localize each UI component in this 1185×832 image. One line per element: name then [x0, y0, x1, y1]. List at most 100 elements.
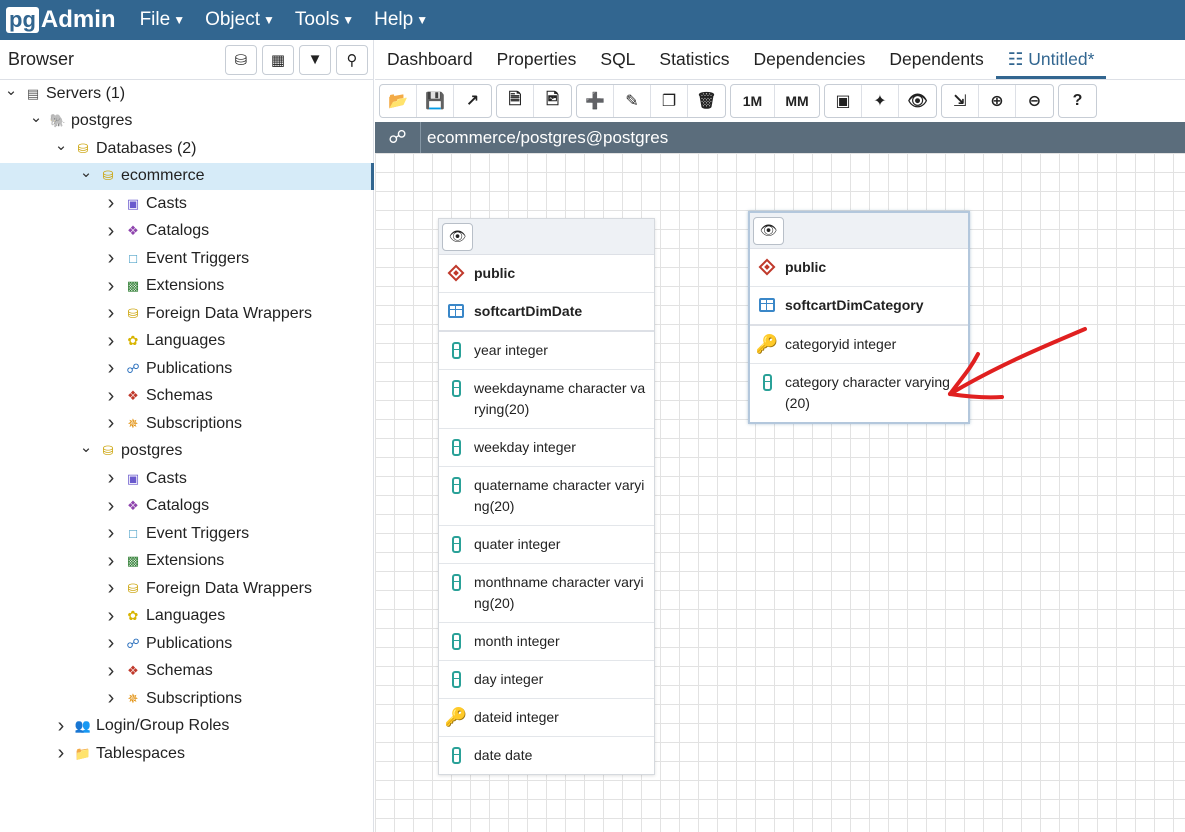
delete-table-button[interactable]: 🗑 — [688, 85, 725, 117]
chevron-right-icon[interactable]: › — [104, 577, 118, 600]
menu-help[interactable]: Help ▼ — [374, 9, 428, 31]
save-button[interactable]: 💾 — [417, 85, 454, 117]
tree-item-schemas[interactable]: › ❖ Schemas — [0, 383, 373, 411]
clone-table-button[interactable]: ❐ — [651, 85, 688, 117]
erd-schema-name[interactable]: public — [750, 249, 968, 287]
toggle-details-button[interactable]: 👁 — [442, 222, 473, 251]
toggle-details-button[interactable]: 👁 — [753, 216, 784, 245]
chevron-right-icon[interactable]: › — [104, 412, 118, 435]
tree-item-tablespaces[interactable]: › 📁 Tablespaces — [0, 740, 373, 768]
chevron-down-icon[interactable]: ⌄ — [79, 438, 93, 456]
tree-item-catalogs[interactable]: › ❖ Catalogs — [0, 493, 373, 521]
erd-schema-name[interactable]: public — [439, 255, 654, 293]
tree-item-publications[interactable]: › ☍ Publications — [0, 355, 373, 383]
erd-column[interactable]: month integer — [439, 623, 654, 661]
zoom-to-fit-button[interactable]: ⇲ — [942, 85, 979, 117]
chevron-right-icon[interactable]: › — [104, 687, 118, 710]
chevron-right-icon[interactable]: › — [104, 385, 118, 408]
zoom-in-button[interactable]: ⊕ — [979, 85, 1016, 117]
erd-column[interactable]: weekday integer — [439, 429, 654, 467]
erd-column[interactable]: weekdayname character varying(20) — [439, 370, 654, 429]
tree-item-subscriptions[interactable]: › ✵ Subscriptions — [0, 685, 373, 713]
many-to-many-button[interactable]: MM — [775, 85, 819, 117]
tree-item-login-group-roles[interactable]: › 👥 Login/Group Roles — [0, 713, 373, 741]
view-data-button[interactable]: ▦ — [262, 44, 294, 75]
tree-item-event-triggers[interactable]: › □ Event Triggers — [0, 245, 373, 273]
erd-table-softcartDimCategory[interactable]: 👁 public softcartDimCategory 🔑 categoryid in… — [748, 211, 970, 424]
zoom-out-button[interactable]: ⊖ — [1016, 85, 1053, 117]
add-note-button[interactable]: ▣ — [825, 85, 862, 117]
tree-item-servers-1-[interactable]: ⌄ ▤ Servers (1) — [0, 80, 373, 108]
chevron-right-icon[interactable]: › — [104, 302, 118, 325]
menu-tools[interactable]: Tools ▼ — [295, 9, 354, 31]
chevron-right-icon[interactable]: › — [104, 467, 118, 490]
chevron-down-icon[interactable]: ⌄ — [29, 108, 43, 126]
chevron-right-icon[interactable]: › — [104, 275, 118, 298]
tree-item-postgres[interactable]: ⌄ 🐘 postgres — [0, 108, 373, 136]
erd-column[interactable]: 🔑 dateid integer — [439, 699, 654, 737]
tree-item-ecommerce[interactable]: ⌄ ⛁ ecommerce — [0, 162, 374, 190]
add-table-button[interactable]: ➕ — [577, 85, 614, 117]
chevron-right-icon[interactable]: › — [104, 605, 118, 628]
chevron-right-icon[interactable]: › — [104, 660, 118, 683]
erd-table-softcartDimDate[interactable]: 👁 public softcartDimDate year integer weekda… — [438, 218, 655, 775]
download-image-button[interactable]: 🖻 — [534, 85, 571, 117]
chevron-down-icon[interactable]: ⌄ — [54, 136, 68, 154]
erd-column[interactable]: category character varying (20) — [750, 364, 968, 422]
erd-column[interactable]: quater integer — [439, 526, 654, 564]
tree-item-catalogs[interactable]: › ❖ Catalogs — [0, 218, 373, 246]
show-details-button[interactable]: 👁 — [899, 85, 936, 117]
menu-object[interactable]: Object ▼ — [205, 9, 275, 31]
help-button[interactable]: ? — [1059, 85, 1096, 117]
tab-untitled[interactable]: ☷ Untitled* — [995, 49, 1107, 79]
erd-canvas[interactable]: 👁 public softcartDimDate year integer weekda… — [375, 153, 1185, 832]
erd-column[interactable]: year integer — [439, 332, 654, 370]
tree-item-foreign-data-wrappers[interactable]: › ⛁ Foreign Data Wrappers — [0, 575, 373, 603]
tab-dashboard[interactable]: Dashboard — [375, 49, 485, 79]
tree-item-languages[interactable]: › ✿ Languages — [0, 328, 373, 356]
tree-item-casts[interactable]: › ▣ Casts — [0, 190, 373, 218]
tree-item-postgres[interactable]: ⌄ ⛁ postgres — [0, 438, 373, 466]
tree-item-subscriptions[interactable]: › ✵ Subscriptions — [0, 410, 373, 438]
edit-table-button[interactable]: ✎ — [614, 85, 651, 117]
erd-column[interactable]: day integer — [439, 661, 654, 699]
one-to-many-button[interactable]: 1M — [731, 85, 775, 117]
erd-table-name[interactable]: softcartDimDate — [439, 293, 654, 332]
tree-item-extensions[interactable]: › ▩ Extensions — [0, 548, 373, 576]
tree-item-schemas[interactable]: › ❖ Schemas — [0, 658, 373, 686]
save-as-button[interactable]: ↗ — [454, 85, 491, 117]
search-objects-button[interactable]: ⚲ — [336, 44, 368, 75]
chevron-right-icon[interactable]: › — [104, 330, 118, 353]
erd-column[interactable]: quatername character varying(20) — [439, 467, 654, 526]
chevron-right-icon[interactable]: › — [104, 522, 118, 545]
erd-column[interactable]: 🔑 categoryid integer — [750, 326, 968, 364]
tree-item-foreign-data-wrappers[interactable]: › ⛁ Foreign Data Wrappers — [0, 300, 373, 328]
connection-status-button[interactable]: ☍ — [375, 122, 421, 153]
tab-dependencies[interactable]: Dependencies — [741, 49, 877, 79]
open-file-button[interactable]: 📂 — [380, 85, 417, 117]
tree-item-databases-2-[interactable]: ⌄ ⛁ Databases (2) — [0, 135, 373, 163]
filter-rows-button[interactable]: ▼ — [299, 44, 331, 75]
chevron-right-icon[interactable]: › — [54, 742, 68, 765]
menu-file[interactable]: File ▼ — [140, 9, 186, 31]
generate-sql-button[interactable]: 🗎 — [497, 85, 534, 117]
chevron-right-icon[interactable]: › — [104, 220, 118, 243]
tab-sql[interactable]: SQL — [588, 49, 647, 79]
chevron-right-icon[interactable]: › — [54, 715, 68, 738]
tree-item-event-triggers[interactable]: › □ Event Triggers — [0, 520, 373, 548]
erd-column[interactable]: date date — [439, 737, 654, 774]
chevron-right-icon[interactable]: › — [104, 247, 118, 270]
auto-align-button[interactable]: ✦ — [862, 85, 899, 117]
chevron-right-icon[interactable]: › — [104, 550, 118, 573]
query-tool-button[interactable]: ⛁ — [225, 44, 257, 75]
chevron-right-icon[interactable]: › — [104, 495, 118, 518]
chevron-right-icon[interactable]: › — [104, 632, 118, 655]
tree-item-extensions[interactable]: › ▩ Extensions — [0, 273, 373, 301]
tab-dependents[interactable]: Dependents — [877, 49, 995, 79]
chevron-down-icon[interactable]: ⌄ — [4, 81, 18, 99]
tab-statistics[interactable]: Statistics — [647, 49, 741, 79]
chevron-right-icon[interactable]: › — [104, 192, 118, 215]
chevron-right-icon[interactable]: › — [104, 357, 118, 380]
tree-item-languages[interactable]: › ✿ Languages — [0, 603, 373, 631]
tab-properties[interactable]: Properties — [485, 49, 589, 79]
